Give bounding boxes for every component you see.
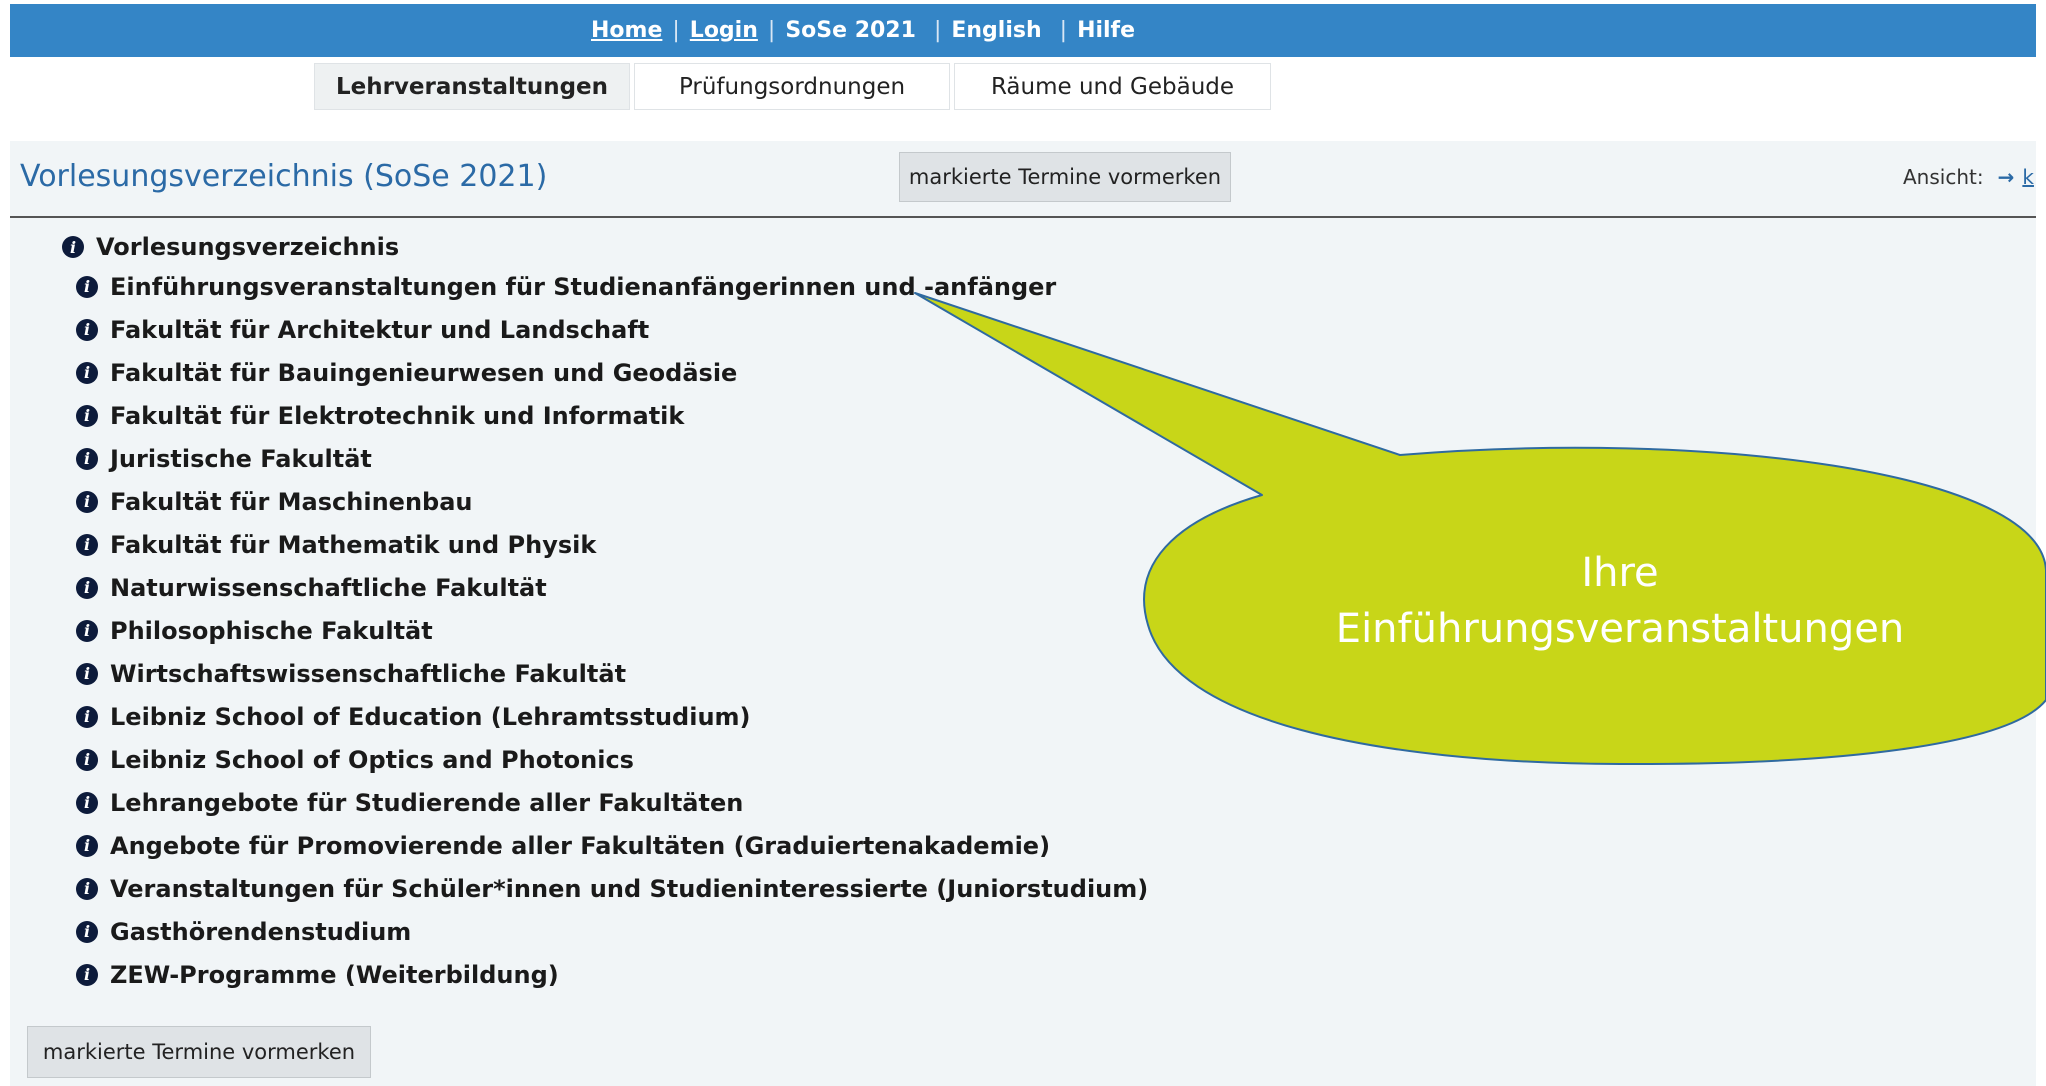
tree-item: i Leibniz School of Education (Lehramtsst…	[76, 695, 1148, 738]
callout-text: Ihre Einführungsveranstaltungen	[1300, 545, 1940, 657]
info-circle-icon[interactable]: i	[76, 619, 98, 642]
tree-item: i Angebote für Promovierende aller Fakult…	[76, 824, 1148, 867]
tree-item: i Naturwissenschaftliche Fakultät	[76, 566, 1148, 609]
tree-item-link[interactable]: Leibniz School of Optics and Photonics	[110, 746, 634, 774]
tree-item-link[interactable]: Lehrangebote für Studierende aller Fakul…	[110, 789, 743, 817]
tree-item-link[interactable]: Leibniz School of Education (Lehramtsstu…	[110, 703, 751, 731]
tree-item-link[interactable]: Naturwissenschaftliche Fakultät	[110, 574, 547, 602]
tree-item: i Fakultät für Mathematik und Physik	[76, 523, 1148, 566]
tab-lehrveranstaltungen[interactable]: Lehrveranstaltungen	[314, 63, 630, 110]
tree-item: i Fakultät für Bauingenieurwesen und Geod…	[76, 351, 1148, 394]
tree-item-link[interactable]: Gasthörendenstudium	[110, 918, 411, 946]
tree-item-link[interactable]: Fakultät für Mathematik und Physik	[110, 531, 596, 559]
tree-item-link[interactable]: Veranstaltungen für Schüler*innen und St…	[110, 875, 1148, 903]
tree-item-link[interactable]: Angebote für Promovierende aller Fakultä…	[110, 832, 1050, 860]
tree-item-link[interactable]: ZEW-Programme (Weiterbildung)	[110, 961, 559, 989]
tree-item: i Lehrangebote für Studierende aller Faku…	[76, 781, 1148, 824]
panel-header: Vorlesungsverzeichnis (SoSe 2021) markie…	[10, 141, 2036, 218]
tree-item-link[interactable]: Wirtschaftswissenschaftliche Fakultät	[110, 660, 626, 688]
tree-item: i Einführungsveranstaltungen für Studiena…	[76, 265, 1148, 308]
mark-appointments-button-top[interactable]: markierte Termine vormerken	[899, 152, 1231, 202]
tree-item: i Gasthörendenstudium	[76, 910, 1148, 953]
info-circle-icon[interactable]: i	[76, 662, 98, 685]
tree-item-link[interactable]: Philosophische Fakultät	[110, 617, 433, 645]
tree-item: i Wirtschaftswissenschaftliche Fakultät	[76, 652, 1148, 695]
tree-item-link[interactable]: Fakultät für Architektur und Landschaft	[110, 316, 649, 344]
info-circle-icon[interactable]: i	[76, 447, 98, 470]
info-circle-icon[interactable]: i	[76, 877, 98, 900]
info-circle-icon[interactable]: i	[76, 705, 98, 728]
info-circle-icon[interactable]: i	[76, 963, 98, 986]
tree-item-link[interactable]: Einführungsveranstaltungen für Studienan…	[110, 273, 1056, 301]
top-navigation-bar: Home | Login | SoSe 2021 | English | Hil…	[10, 4, 2036, 57]
tree-item: i Veranstaltungen für Schüler*innen und S…	[76, 867, 1148, 910]
nav-separator: |	[767, 18, 776, 43]
tree-item-link[interactable]: Fakultät für Elektrotechnik und Informat…	[110, 402, 684, 430]
tree-item-link[interactable]: Fakultät für Maschinenbau	[110, 488, 472, 516]
nav-separator: |	[672, 18, 680, 43]
view-switcher: Ansicht: → k	[1903, 165, 2034, 189]
info-circle-icon[interactable]: i	[76, 748, 98, 771]
tree-item: i Philosophische Fakultät	[76, 609, 1148, 652]
info-circle-icon[interactable]: i	[76, 490, 98, 513]
info-circle-icon[interactable]: i	[76, 920, 98, 943]
callout-line-1: Ihre	[1581, 550, 1659, 596]
nav-separator: |	[1059, 18, 1068, 43]
info-circle-icon[interactable]: i	[76, 318, 98, 341]
tab-pruefungsordnungen[interactable]: Prüfungsordnungen	[634, 63, 950, 110]
main-tabs: Lehrveranstaltungen Prüfungsordnungen Rä…	[314, 63, 1275, 110]
tree-item: i Juristische Fakultät	[76, 437, 1148, 480]
info-circle-icon[interactable]: i	[76, 834, 98, 857]
callout-line-2: Einführungsveranstaltungen	[1335, 606, 1905, 652]
tree-root-label[interactable]: Vorlesungsverzeichnis	[96, 233, 399, 261]
info-circle-icon[interactable]: i	[76, 361, 98, 384]
tree-item: i Leibniz School of Optics and Photonics	[76, 738, 1148, 781]
info-circle-icon[interactable]: i	[76, 404, 98, 427]
tab-raeume-und-gebaeude[interactable]: Räume und Gebäude	[954, 63, 1271, 110]
info-circle-icon[interactable]: i	[76, 576, 98, 599]
top-nav-links: Home | Login | SoSe 2021 | English | Hil…	[591, 4, 1135, 57]
info-circle-icon[interactable]: i	[62, 236, 84, 258]
view-label: Ansicht:	[1903, 165, 1984, 189]
view-link[interactable]: k	[2022, 165, 2034, 189]
info-circle-icon[interactable]: i	[76, 791, 98, 814]
info-circle-icon[interactable]: i	[76, 533, 98, 556]
english-language-link[interactable]: English	[951, 18, 1041, 43]
tree-item-link[interactable]: Juristische Fakultät	[110, 445, 372, 473]
tree-item: i ZEW-Programme (Weiterbildung)	[76, 953, 1148, 996]
tree-item: i Fakultät für Elektrotechnik und Informa…	[76, 394, 1148, 437]
home-link[interactable]: Home	[591, 18, 662, 43]
mark-appointments-button-bottom[interactable]: markierte Termine vormerken	[27, 1026, 371, 1078]
tree-item: i Fakultät für Maschinenbau	[76, 480, 1148, 523]
tree-item-link[interactable]: Fakultät für Bauingenieurwesen und Geodä…	[110, 359, 737, 387]
tree-root: i Vorlesungsverzeichnis	[62, 233, 399, 261]
semester-link[interactable]: SoSe 2021	[785, 18, 916, 43]
info-circle-icon[interactable]: i	[76, 275, 98, 298]
catalog-tree: i Einführungsveranstaltungen für Studiena…	[76, 265, 1148, 996]
page-title: Vorlesungsverzeichnis (SoSe 2021)	[20, 159, 548, 194]
nav-separator: |	[933, 18, 942, 43]
help-link[interactable]: Hilfe	[1077, 18, 1135, 43]
login-link[interactable]: Login	[690, 18, 758, 43]
arrow-right-icon: →	[1997, 165, 2015, 189]
tree-item: i Fakultät für Architektur und Landschaft	[76, 308, 1148, 351]
